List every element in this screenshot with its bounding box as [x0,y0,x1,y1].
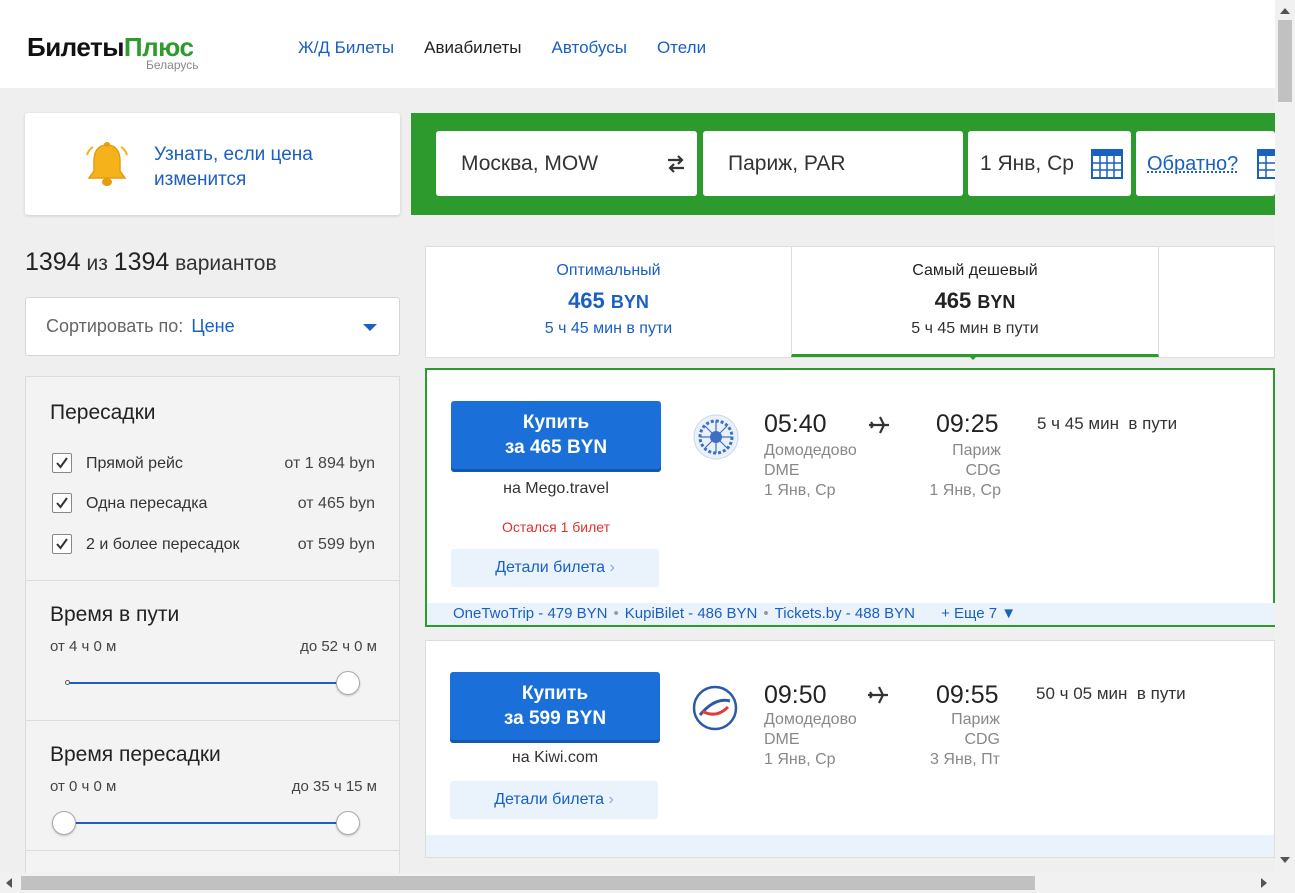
plane-icon [869,416,889,434]
airline-logo-icon [692,685,738,731]
chevron-down-icon [363,324,377,331]
nav-buses[interactable]: Автобусы [552,38,627,58]
departure-time: 05:40 [764,410,827,438]
transfer-time-range: от 0 ч 0 м до 35 ч 15 м [50,778,377,795]
site-header: БилетыПлюс Беларусь Ж/Д Билеты Авиабилет… [0,0,1275,88]
filter-direct[interactable]: Прямой рейс от 1 894 byn [50,453,375,475]
filter-transfers: Пересадки Прямой рейс от 1 894 byn Одна … [26,377,399,581]
destination-input[interactable]: Париж, PAR [703,131,963,196]
flight-duration: 5 ч 45 мин в пути [1037,414,1178,433]
flight-duration: 50 ч 05 мин в пути [1036,684,1186,703]
checkbox-direct[interactable] [52,453,72,473]
arrival-time: 09:25 [936,410,999,438]
filters-panel: Пересадки Прямой рейс от 1 894 byn Одна … [25,376,400,886]
travel-time-min-handle[interactable] [65,680,70,685]
ticket-agent: на Kiwi.com [511,749,599,766]
travel-time-track[interactable] [68,682,348,684]
alt-offer-link[interactable]: OneTwoTrip - 479 BYN [453,605,608,622]
scroll-down-icon[interactable] [1280,857,1290,863]
sort-dropdown[interactable]: Сортировать по: Цене [25,297,400,356]
ticket-agent: на Mego.travel [503,480,609,497]
vertical-scrollbar[interactable] [1275,0,1295,873]
nav-hotels[interactable]: Отели [657,38,706,58]
alternative-offers: OneTwoTrip - 479 BYN • KupiBilet - 486 BYN… [427,603,1275,625]
sort-label: Сортировать по: [46,316,184,336]
arrival-info: Париж CDG 1 Янв, Ср [929,442,1001,499]
travel-time-range: от 4 ч 0 м до 52 ч 0 м [50,638,377,655]
chevron-right-icon: › [608,791,614,808]
filter-travel-time-title: Время в пути [50,603,180,626]
scroll-left-icon[interactable] [6,878,12,888]
transfer-time-max-handle[interactable] [336,811,360,835]
travel-time-max-handle[interactable] [336,671,360,695]
departure-info: Домодедово DME 1 Янв, Ср [764,442,857,499]
alt-offer-link[interactable]: Tickets.by - 488 BYN [775,605,915,622]
transfer-time-track[interactable] [64,822,348,824]
filter-transfers-title: Пересадки [50,401,156,424]
alt-offer-link[interactable]: KupiBilet - 486 BYN [625,605,758,622]
logo-subtitle: Беларусь [146,58,199,72]
tab-optimal[interactable]: Оптимальный 465 BYN 5 ч 45 мин в пути [426,247,791,357]
results-count: 1394 из 1394 вариантов [25,248,277,276]
bell-icon [86,142,128,186]
price-alert-card[interactable]: Узнать, если цена изменится [25,113,400,215]
buy-button[interactable]: Купить за 599 BYN [450,672,660,740]
filter-two-plus-transfers[interactable]: 2 и более пересадок от 599 byn [50,534,375,556]
filter-one-transfer[interactable]: Одна пересадка от 465 byn [50,493,375,515]
ticket-card: Купить за 465 BYN на Mego.travel Остался… [425,368,1275,627]
departure-date-value: 1 Янв, Ср [980,152,1074,175]
sort-tabs: Оптимальный 465 BYN 5 ч 45 мин в пути Са… [425,246,1275,358]
departure-info: Домодедово DME 1 Янв, Ср [764,711,857,768]
ticket-details-button[interactable]: Детали билета › [450,781,658,819]
main-nav: Ж/Д Билеты Авиабилеты Автобусы Отели [298,38,736,58]
airline-logo-icon [693,414,739,460]
departure-time: 09:50 [764,681,827,709]
seats-left-warning: Остался 1 билет [502,519,610,535]
swap-icon[interactable] [664,152,688,176]
scroll-up-icon[interactable] [1280,8,1290,14]
ticket-footer-strip [426,835,1274,857]
ticket-details-button[interactable]: Детали билета › [451,549,659,587]
tab-cheapest[interactable]: Самый дешевый 465 BYN 5 ч 45 мин в пути [791,247,1159,357]
arrival-info: Париж CDG 3 Янв, Пт [930,711,1000,768]
arrival-time: 09:55 [936,681,999,709]
sort-value: Цене [191,316,235,336]
filter-transfer-time: Время пересадки от 0 ч 0 м до 35 ч 15 м [26,721,399,851]
checkbox-one-transfer[interactable] [52,493,72,513]
scroll-right-icon[interactable] [1261,878,1267,888]
tab-active-pointer [967,354,979,360]
return-date-placeholder: Обратно? [1147,153,1239,175]
chevron-right-icon: › [609,559,615,576]
vertical-scrollbar-thumb[interactable] [1278,20,1292,102]
horizontal-scrollbar-thumb[interactable] [21,876,1035,890]
nav-train-tickets[interactable]: Ж/Д Билеты [298,38,394,58]
more-offers-link[interactable]: + Еще 7 ▼ [941,605,1016,622]
calendar-icon[interactable] [1091,149,1123,179]
price-alert-text: Узнать, если цена изменится [154,144,313,190]
filter-travel-time: Время в пути от 4 ч 0 м до 52 ч 0 м [26,581,399,721]
buy-button[interactable]: Купить за 465 BYN [451,401,661,469]
ticket-card: Купить за 599 BYN на Kiwi.com Детали бил… [425,640,1275,858]
transfer-time-min-handle[interactable] [52,811,76,835]
site-logo[interactable]: БилетыПлюс [27,33,194,61]
nav-air-tickets[interactable]: Авиабилеты [424,38,521,58]
checkbox-two-plus-transfers[interactable] [52,534,72,554]
return-date-input[interactable]: Обратно? [1136,131,1275,196]
origin-input[interactable]: Москва, MOW [436,131,697,196]
filter-transfer-time-title: Время пересадки [50,743,221,766]
plane-icon [868,686,888,704]
